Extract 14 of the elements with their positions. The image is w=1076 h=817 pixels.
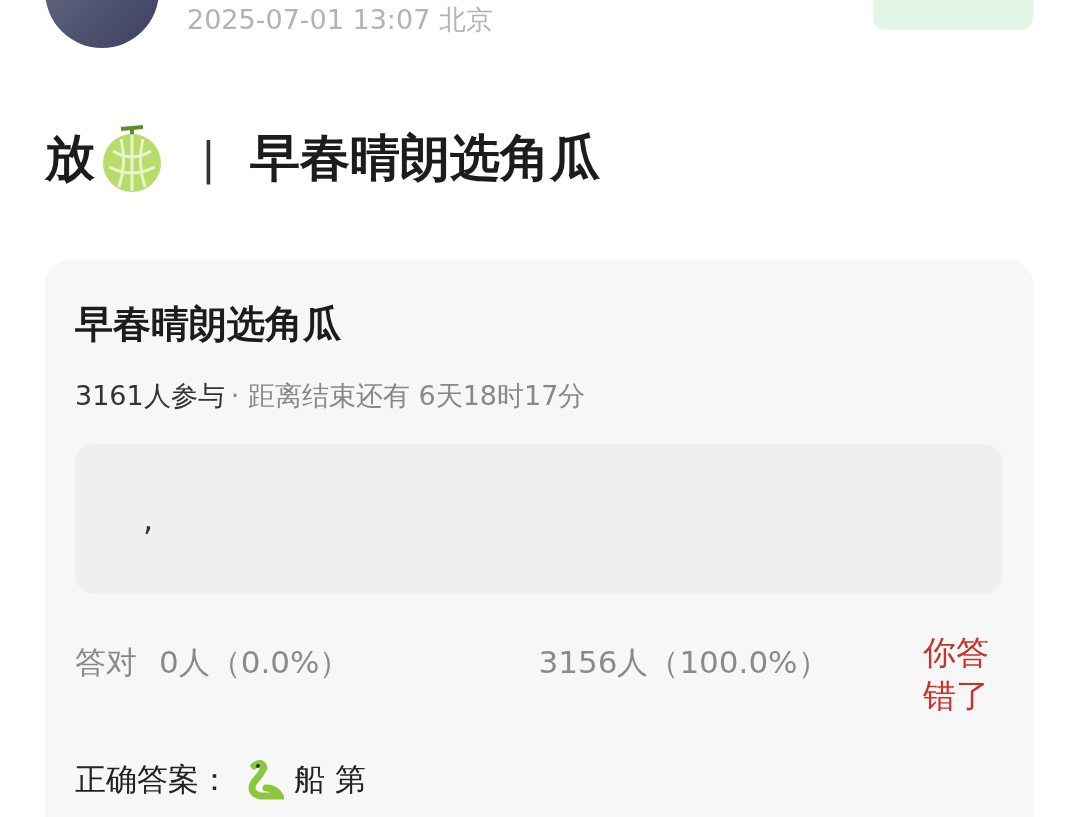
post-timestamp: 2025-07-01 13:07 北京 (187, 3, 493, 37)
answer-text: 船 第 (294, 759, 366, 799)
participant-count: 3161人参与 (75, 379, 225, 413)
wrong-count: 3156人（100.0%） (538, 643, 829, 682)
title-separator: | (201, 132, 216, 184)
countdown: · 距离结束还有 6天18时17分 (230, 379, 586, 413)
quiz-title: 早春晴朗选角瓜 (75, 301, 342, 348)
correct-count: 0人（0.0%） (159, 643, 351, 682)
correct-label: 答对 (75, 643, 137, 682)
title-prefix: 放 (45, 127, 95, 189)
answer-label: 正确答案： (75, 759, 230, 799)
result-text: 你答错了 (923, 632, 990, 717)
post-title: 早春晴朗选角瓜 (249, 127, 600, 189)
quiz-option[interactable]: , (75, 444, 1003, 594)
